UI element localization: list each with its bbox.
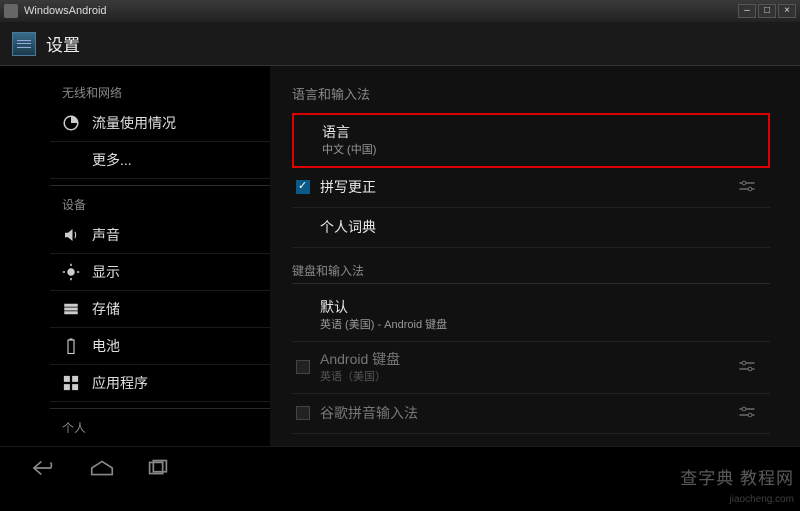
row-android-keyboard[interactable]: Android 键盘 英语（美国） — [292, 342, 770, 394]
sidebar-item-battery[interactable]: 电池 — [50, 328, 270, 365]
sidebar: 无线和网络 流量使用情况 更多... 设备 声音 — [0, 66, 270, 446]
sidebar-item-label: 声音 — [92, 225, 120, 245]
row-subtitle: 英语（美国） — [320, 370, 738, 385]
android-navbar — [0, 446, 800, 488]
nav-recent-button[interactable] — [144, 459, 172, 477]
sidebar-item-more[interactable]: 更多... — [50, 142, 270, 179]
storage-icon — [62, 300, 80, 318]
row-google-pinyin[interactable]: 谷歌拼音输入法 — [292, 394, 770, 434]
sidebar-item-label: 电池 — [92, 336, 120, 356]
sidebar-item-storage[interactable]: 存储 — [50, 291, 270, 328]
sidebar-item-sound[interactable]: 声音 — [50, 217, 270, 254]
section-personal: 个人 — [50, 415, 270, 440]
row-title: 默认 — [320, 298, 762, 318]
sidebar-item-label: 存储 — [92, 299, 120, 319]
settings-slider-icon[interactable] — [738, 405, 762, 422]
group-keyboard: 键盘和输入法 — [292, 262, 770, 284]
window-maximize-button[interactable]: □ — [758, 4, 776, 18]
checkbox-icon[interactable] — [296, 406, 310, 420]
nav-home-button[interactable] — [88, 459, 116, 477]
row-personal-dictionary[interactable]: 个人词典 — [292, 208, 770, 248]
window-minimize-button[interactable]: – — [738, 4, 756, 18]
content-header: 语言和输入法 — [292, 84, 770, 103]
sound-icon — [62, 226, 80, 244]
sidebar-item-apps[interactable]: 应用程序 — [50, 365, 270, 402]
sidebar-item-label: 应用程序 — [92, 373, 148, 393]
settings-icon — [12, 32, 36, 56]
sidebar-item-label: 更多... — [92, 150, 132, 170]
divider — [50, 185, 270, 186]
row-default-ime[interactable]: 默认 英语 (美国) - Android 键盘 — [292, 290, 770, 342]
sidebar-item-display[interactable]: 显示 — [50, 254, 270, 291]
section-wireless: 无线和网络 — [50, 80, 270, 105]
settings-slider-icon[interactable] — [738, 179, 762, 196]
sidebar-item-data-usage[interactable]: 流量使用情况 — [50, 105, 270, 142]
row-title: 拼写更正 — [320, 178, 738, 198]
settings-slider-icon[interactable] — [738, 359, 762, 376]
apps-icon — [62, 374, 80, 392]
row-title: 语言 — [322, 123, 760, 143]
row-title: 谷歌拼音输入法 — [320, 404, 738, 424]
divider — [50, 408, 270, 409]
row-language[interactable]: 语言 中文 (中国) — [292, 113, 770, 168]
app-title: 设置 — [46, 31, 80, 56]
battery-icon — [62, 337, 80, 355]
data-usage-icon — [62, 114, 80, 132]
row-subtitle: 英语 (美国) - Android 键盘 — [320, 318, 762, 333]
checkbox-icon — [296, 360, 310, 374]
window-close-button[interactable]: × — [778, 4, 796, 18]
row-title: 个人词典 — [320, 218, 762, 238]
nav-back-button[interactable] — [32, 459, 60, 477]
sidebar-item-label: 流量使用情况 — [92, 113, 176, 133]
checkbox-icon[interactable] — [296, 180, 310, 194]
display-icon — [62, 263, 80, 281]
sidebar-item-label: 显示 — [92, 262, 120, 282]
row-spell-check[interactable]: 拼写更正 — [292, 168, 770, 208]
row-title: Android 键盘 — [320, 350, 738, 370]
row-subtitle: 中文 (中国) — [322, 143, 760, 158]
watermark-url: jiaocheng.com — [730, 494, 794, 505]
section-device: 设备 — [50, 192, 270, 217]
content-pane: 语言和输入法 语言 中文 (中国) 拼写更正 个人词典 — [270, 66, 800, 446]
window-title: WindowsAndroid — [24, 5, 107, 17]
window-app-icon — [4, 4, 18, 18]
more-icon — [62, 151, 80, 169]
